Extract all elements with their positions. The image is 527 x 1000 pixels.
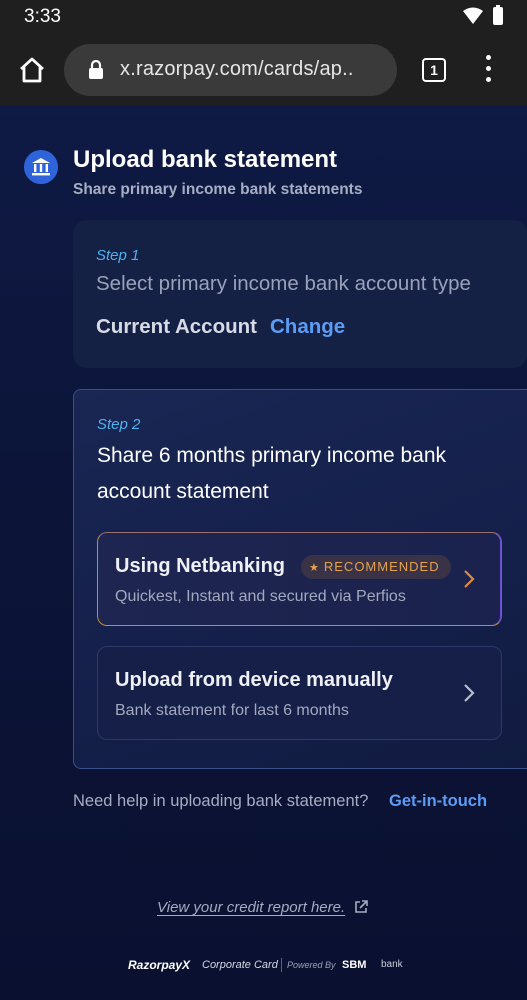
star-icon: ★ bbox=[309, 562, 320, 574]
change-account-type-link[interactable]: Change bbox=[270, 315, 345, 339]
step1-description: Select primary income bank account type bbox=[96, 272, 471, 295]
tab-switcher-button[interactable]: 1 bbox=[422, 58, 446, 82]
option-title: Upload from device manually bbox=[115, 669, 393, 691]
step1-card: Step 1 Select primary income bank accoun… bbox=[73, 220, 527, 368]
more-vert-icon[interactable] bbox=[478, 54, 498, 84]
chevron-right-icon bbox=[464, 684, 475, 702]
help-text: Need help in uploading bank statement? bbox=[73, 792, 369, 810]
get-in-touch-link[interactable]: Get-in-touch bbox=[389, 792, 487, 811]
url-text: x.razorpay.com/cards/ap.. bbox=[120, 58, 354, 80]
chevron-right-icon bbox=[464, 570, 475, 588]
selected-account-type: Current Account bbox=[96, 315, 257, 338]
option-subtitle: Bank statement for last 6 months bbox=[115, 702, 349, 719]
badge-label: RECOMMENDED bbox=[323, 559, 440, 574]
battery-icon bbox=[493, 5, 503, 25]
credit-report-link[interactable]: View your credit report here. bbox=[157, 899, 345, 916]
razorpayx-logo: RazorpayX bbox=[128, 958, 191, 972]
sbm-bank-suffix: bank bbox=[381, 959, 403, 970]
external-link-icon[interactable] bbox=[353, 899, 369, 915]
bank-icon bbox=[24, 150, 58, 184]
page-title: Upload bank statement bbox=[73, 146, 338, 173]
step2-card: Step 2 Share 6 months primary income ban… bbox=[73, 389, 527, 769]
footer-divider bbox=[281, 958, 282, 972]
upload-manually-option[interactable]: Upload from device manually Bank stateme… bbox=[97, 646, 502, 740]
netbanking-option[interactable]: Using Netbanking ★ RECOMMENDED Quickest, … bbox=[97, 532, 502, 626]
step2-title: Share 6 months primary income bank accou… bbox=[97, 444, 446, 503]
footer-powered-by: Powered By bbox=[287, 960, 336, 970]
browser-toolbar: x.razorpay.com/cards/ap.. 1 bbox=[0, 34, 527, 106]
status-bar: 3:33 bbox=[0, 0, 527, 34]
footer-product: Corporate Card bbox=[202, 959, 278, 971]
footer: RazorpayX Corporate Card Powered By SBM … bbox=[0, 958, 527, 978]
step1-label: Step 1 bbox=[96, 247, 140, 264]
page-subtitle: Share primary income bank statements bbox=[73, 181, 363, 198]
status-time: 3:33 bbox=[24, 6, 61, 27]
option-title: Using Netbanking bbox=[115, 555, 286, 577]
recommended-badge: ★ RECOMMENDED bbox=[301, 555, 451, 579]
option-subtitle: Quickest, Instant and secured via Perfio… bbox=[115, 588, 406, 605]
lock-icon bbox=[89, 60, 103, 79]
home-icon[interactable] bbox=[18, 56, 46, 84]
address-bar[interactable]: x.razorpay.com/cards/ap.. bbox=[64, 44, 397, 96]
sbm-logo: SBM bbox=[342, 959, 367, 971]
page-content: Upload bank statement Share primary inco… bbox=[0, 106, 527, 1000]
step2-label: Step 2 bbox=[97, 416, 141, 433]
wifi-icon bbox=[463, 7, 483, 24]
